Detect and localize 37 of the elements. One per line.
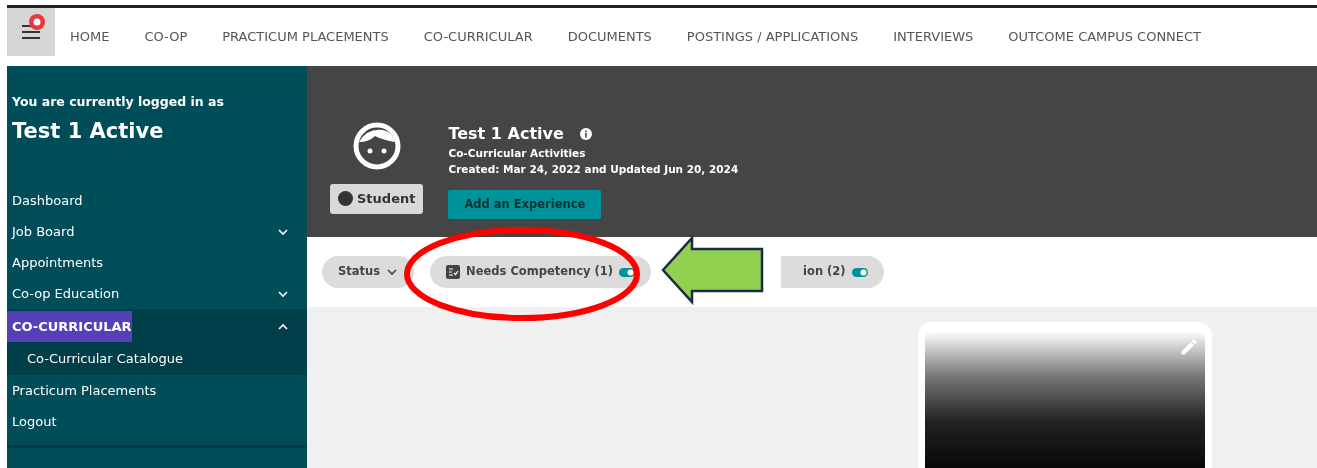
sidebar-item[interactable]: CO-CURRICULAR [7, 311, 132, 343]
status-dot-icon [338, 191, 353, 207]
profile-subtitle: Co-Curricular Activities [448, 146, 587, 161]
nav-link[interactable]: CO-CURRICULAR [423, 27, 533, 47]
menu-button[interactable] [7, 8, 55, 56]
sidebar-item[interactable]: Practicum Placements [7, 375, 307, 407]
info-icon[interactable] [579, 128, 592, 140]
user-name: Test 1 Active [12, 117, 165, 145]
sidebar-item-label: Job Board [12, 223, 75, 241]
nav-link[interactable]: INTERVIEWS [893, 27, 974, 47]
sidebar-item[interactable]: Dashboard [7, 185, 307, 217]
avatar-icon [352, 122, 401, 170]
profile-dates: Created: Mar 24, 2022 and Updated Jun 20, 2024 [448, 161, 739, 177]
sidebar-item[interactable]: Co-op Education [7, 278, 307, 310]
role-button[interactable]: Student [330, 184, 424, 214]
sidebar-item-label: Co-op Education [12, 285, 120, 303]
add-experience-button[interactable]: Add an Experience [448, 189, 602, 219]
toggle-icon[interactable] [851, 267, 868, 277]
menu-icon[interactable] [21, 25, 41, 39]
nav-link[interactable]: OUTCOME CAMPUS CONNECT [1008, 27, 1202, 47]
nav-link[interactable]: POSTINGS / APPLICATIONS [686, 27, 859, 47]
sidebar-item[interactable]: Appointments [7, 247, 307, 279]
nav-link[interactable]: CO-OP [144, 27, 188, 47]
sidebar-subitem[interactable]: Co-Curricular Catalogue [7, 342, 307, 376]
sidebar-item[interactable]: Job Board [7, 216, 307, 248]
login-label: You are currently logged in as [12, 93, 225, 111]
toggle-icon[interactable] [619, 267, 636, 277]
filter-chip[interactable]: Status [322, 256, 415, 288]
profile-name: Test 1 Active [448, 123, 564, 145]
filter-chip[interactable]: ion (2) [781, 256, 884, 288]
nav-link[interactable]: HOME [70, 27, 110, 47]
nav-link[interactable]: PRACTICUM PLACEMENTS [222, 27, 389, 47]
chevron-icon [386, 266, 399, 278]
sidebar-item[interactable]: Logout [7, 406, 307, 438]
checklist-icon [446, 265, 461, 279]
nav-link[interactable]: DOCUMENTS [567, 27, 652, 47]
filter-chip[interactable]: Needs Competency (1) [430, 256, 652, 288]
